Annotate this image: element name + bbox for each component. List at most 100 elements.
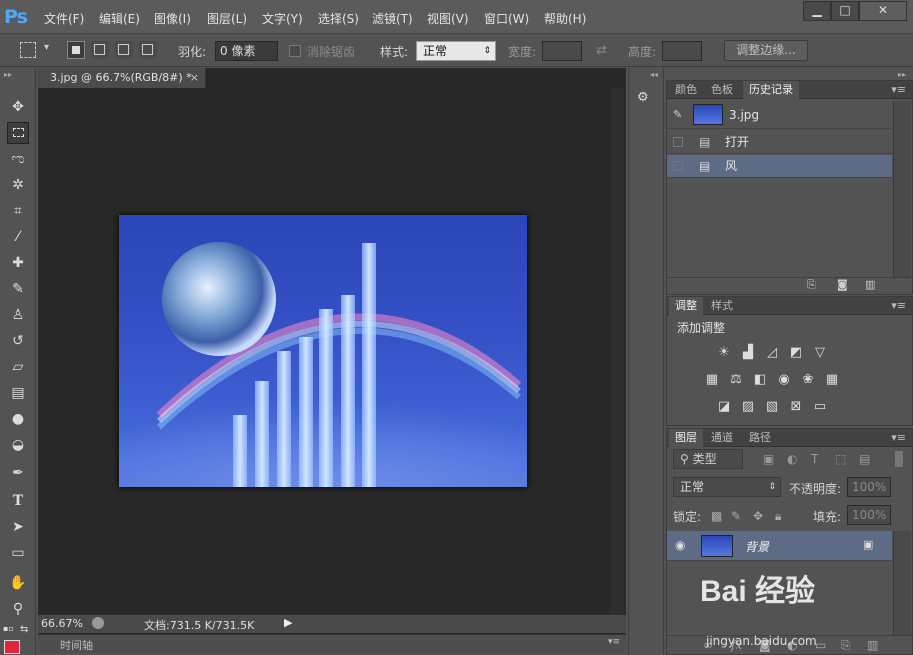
layer-row-background[interactable]: ◉ 背景 ▣ [667, 531, 892, 561]
color-balance-icon[interactable]: ⚖ [727, 372, 745, 388]
filter-adjust-icon[interactable]: ◐ [787, 452, 797, 466]
type-tool-icon[interactable]: T [7, 490, 29, 512]
lasso-tool-icon[interactable]: ಌ [7, 148, 29, 170]
menu-layer[interactable]: 图层(L) [207, 10, 247, 27]
history-brush-icon[interactable]: ↺ [7, 330, 29, 352]
status-info-icon[interactable] [92, 617, 104, 629]
new-selection-icon[interactable] [67, 41, 85, 59]
blend-mode-select[interactable]: 正常 ⇕ [673, 477, 781, 497]
gradient-tool-icon[interactable]: ▤ [7, 382, 29, 404]
height-input[interactable] [662, 41, 702, 61]
history-snapshot-row[interactable]: ✎ 3.jpg [667, 101, 892, 129]
filter-shape-icon[interactable]: ⬚ [835, 452, 846, 466]
maximize-button[interactable]: □ [831, 1, 859, 21]
crop-tool-icon[interactable]: ⌗ [7, 200, 29, 222]
vertical-scrollbar[interactable] [610, 88, 624, 614]
menu-image[interactable]: 图像(I) [154, 10, 191, 27]
marquee-preset-icon[interactable] [20, 42, 36, 58]
filter-smart-icon[interactable]: ▤ [859, 452, 870, 466]
tab-layers[interactable]: 图层 [669, 429, 703, 447]
dodge-tool-icon[interactable]: ◒ [7, 434, 29, 456]
filter-toggle[interactable] [895, 451, 903, 467]
tab-styles[interactable]: 样式 [705, 297, 739, 315]
properties-icon[interactable]: ⚙ [637, 90, 655, 108]
collapse-right-icon[interactable]: ▸▸ [898, 70, 906, 79]
antialias-checkbox[interactable] [289, 45, 301, 57]
menu-select[interactable]: 选择(S) [318, 10, 359, 27]
hue-saturation-icon[interactable]: ▦ [703, 372, 721, 388]
delete-layer-icon[interactable]: ▥ [867, 638, 878, 652]
menu-view[interactable]: 视图(V) [427, 10, 469, 27]
new-layer-icon[interactable]: ⎘ [841, 638, 851, 653]
close-button[interactable]: ✕ [859, 1, 907, 21]
menu-type[interactable]: 文字(Y) [262, 10, 303, 27]
lock-all-icon[interactable]: 🔒︎ [775, 509, 781, 524]
trash-icon[interactable]: ▥ [865, 278, 875, 291]
collapse-icon[interactable]: ▸▸ [4, 70, 12, 79]
photo-filter-icon[interactable]: ◉ [775, 372, 793, 388]
menu-file[interactable]: 文件(F) [44, 10, 84, 27]
tab-history[interactable]: 历史记录 [743, 81, 799, 99]
tab-paths[interactable]: 路径 [743, 429, 777, 447]
status-menu-arrow-icon[interactable]: ▶ [284, 616, 292, 629]
close-tab-icon[interactable]: × [190, 68, 199, 88]
state-checkbox[interactable] [673, 137, 683, 147]
zoom-level[interactable]: 66.67% [41, 617, 83, 630]
panel-menu-icon[interactable]: ▾≡ [891, 83, 906, 96]
black-white-icon[interactable]: ◧ [751, 372, 769, 388]
visibility-eye-icon[interactable]: ◉ [675, 538, 685, 552]
intersect-selection-icon[interactable] [139, 41, 157, 59]
style-select[interactable]: 正常 ⇕ [416, 41, 496, 61]
hand-tool-icon[interactable]: ✋ [7, 572, 29, 594]
history-state-row-selected[interactable]: ▤ 风 [667, 155, 892, 178]
invert-icon[interactable]: ◪ [715, 399, 733, 415]
lock-transparent-icon[interactable]: ▩ [711, 509, 722, 523]
pen-tool-icon[interactable]: ✒ [7, 462, 29, 484]
image-canvas[interactable] [119, 215, 527, 487]
panel-menu-icon[interactable]: ▾≡ [891, 299, 906, 312]
chevron-down-icon[interactable]: ▾ [44, 42, 49, 53]
threshold-icon[interactable]: ▧ [763, 399, 781, 415]
menu-edit[interactable]: 编辑(E) [99, 10, 140, 27]
path-select-icon[interactable]: ➤ [7, 516, 29, 538]
stamp-tool-icon[interactable]: ♙ [7, 304, 29, 326]
menu-filter[interactable]: 滤镜(T) [372, 10, 413, 27]
timeline-label[interactable]: 时间轴 [60, 637, 93, 653]
gradient-map-icon[interactable]: ▭ [811, 399, 829, 415]
curves-icon[interactable]: ◿ [763, 345, 781, 361]
camera-icon[interactable]: ◙ [837, 278, 848, 291]
timeline-menu-icon[interactable]: ▾≡ [608, 637, 620, 647]
add-selection-icon[interactable] [91, 41, 109, 59]
state-checkbox[interactable] [673, 161, 683, 171]
eyedropper-icon[interactable]: ⁄ [7, 226, 29, 248]
lock-position-icon[interactable]: ✥ [753, 509, 763, 523]
fill-input[interactable]: 100% [847, 505, 891, 525]
zoom-tool-icon[interactable]: ⚲ [7, 598, 29, 620]
minimize-button[interactable]: ▁ [803, 1, 831, 21]
new-document-icon[interactable]: ⎘ [807, 278, 816, 292]
marquee-tool-icon[interactable] [7, 122, 29, 144]
filter-type-icon[interactable]: T [811, 452, 818, 466]
tab-adjustments[interactable]: 调整 [669, 297, 703, 315]
layer-kind-filter[interactable]: ⚲ 类型 [673, 449, 743, 469]
refine-edge-button[interactable]: 调整边缘... [724, 40, 808, 61]
brush-tool-icon[interactable]: ✎ [7, 278, 29, 300]
tab-channels[interactable]: 通道 [705, 429, 739, 447]
subtract-selection-icon[interactable] [115, 41, 133, 59]
layers-scrollbar[interactable] [893, 531, 911, 635]
exposure-icon[interactable]: ◩ [787, 345, 805, 361]
selective-color-icon[interactable]: ⊠ [787, 399, 805, 415]
collapse-left-icon[interactable]: ◂◂ [650, 70, 658, 79]
foreground-color-swatch[interactable] [4, 640, 20, 654]
levels-icon[interactable]: ▟ [739, 345, 757, 361]
lock-paint-icon[interactable]: ✎ [731, 509, 741, 523]
width-input[interactable] [542, 41, 582, 61]
swap-icon[interactable]: ⇄ [596, 43, 607, 58]
tab-swatches[interactable]: 色板 [705, 81, 739, 99]
healing-brush-icon[interactable]: ✚ [7, 252, 29, 274]
rectangle-tool-icon[interactable]: ▭ [7, 542, 29, 564]
swap-colors-icon[interactable]: ⇆ [20, 624, 28, 635]
tab-color[interactable]: 颜色 [669, 81, 703, 99]
channel-mixer-icon[interactable]: ❀ [799, 372, 817, 388]
default-colors-icon[interactable]: ▪▫ [3, 624, 14, 633]
